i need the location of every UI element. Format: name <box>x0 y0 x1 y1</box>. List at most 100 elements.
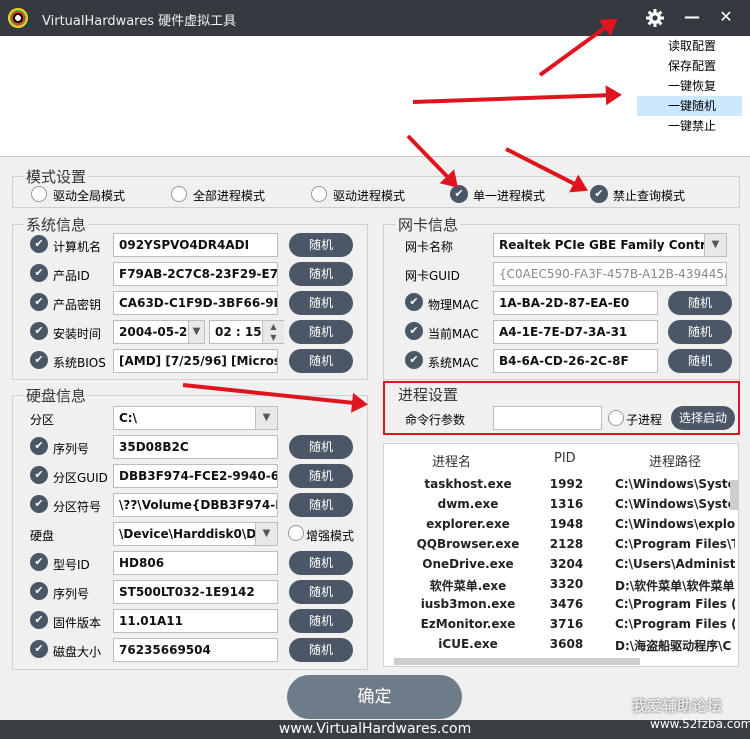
random-system-mac-button[interactable]: 随机 <box>668 349 732 373</box>
check-icon[interactable]: ✔ <box>30 235 48 253</box>
confirm-button[interactable]: 确定 <box>287 675 462 719</box>
product-key-field[interactable]: CA63D-C1F9D-3BF66-9E8E <box>113 291 278 315</box>
vertical-scrollbar-thumb[interactable] <box>730 480 738 510</box>
random-product-key-button[interactable]: 随机 <box>289 291 353 315</box>
check-icon[interactable]: ✔ <box>30 553 48 571</box>
check-icon[interactable]: ✔ <box>30 437 48 455</box>
table-row[interactable]: iCUE.exe 3608 D:\海盗船驱动程序\C <box>384 634 731 654</box>
close-button[interactable]: ✕ <box>714 6 738 30</box>
select-start-button[interactable]: 选择启动 <box>671 406 735 430</box>
check-icon[interactable]: ✔ <box>30 293 48 311</box>
date-dropdown-icon[interactable]: ▼ <box>188 321 204 343</box>
table-row[interactable]: EzMonitor.exe 3716 C:\Program Files (x <box>384 614 735 634</box>
table-row[interactable]: dwm.exe 1316 C:\Windows\System <box>384 494 735 514</box>
process-path-cell: C:\Windows\explo <box>615 517 735 531</box>
bios-field[interactable]: [AMD] [7/25/96] [Microsc <box>113 349 278 373</box>
computer-name-field[interactable]: 092YSPVO4DR4ADI <box>113 233 278 257</box>
time-up-icon[interactable]: ▲ <box>262 321 284 332</box>
random-current-mac-button[interactable]: 随机 <box>668 320 732 344</box>
physical-mac-field[interactable]: 1A-BA-2D-87-EA-E0 <box>493 291 658 315</box>
random-computer-name-button[interactable]: 随机 <box>289 233 353 257</box>
partition-symbol-field[interactable]: \??\Volume{DBB3F974-FC <box>113 493 278 517</box>
product-id-field[interactable]: F79AB-2C7C8-23F29-E7E67 <box>113 262 278 286</box>
check-icon[interactable]: ✔ <box>30 611 48 629</box>
table-row[interactable]: explorer.exe 1948 C:\Windows\explo <box>384 514 735 534</box>
process-name-cell: 软件菜单.exe <box>429 579 507 593</box>
disk-dropdown-icon[interactable]: ▼ <box>255 523 277 545</box>
check-icon[interactable]: ✔ <box>30 264 48 282</box>
menu-item-save-config[interactable]: 保存配置 <box>637 56 742 76</box>
enhanced-mode-label: 增强模式 <box>306 529 355 543</box>
check-icon[interactable]: ✔ <box>30 495 48 513</box>
horizontal-scrollbar-thumb[interactable] <box>394 658 640 665</box>
process-path-cell: C:\Program Files (x <box>615 597 735 611</box>
random-firmware-button[interactable]: 随机 <box>289 609 353 633</box>
random-physical-mac-button[interactable]: 随机 <box>668 291 732 315</box>
field-label: 分区GUID <box>53 471 108 485</box>
nic-name-select[interactable]: Realtek PCIe GBE Family Controlle <box>493 233 727 257</box>
system-mac-field[interactable]: B4-6A-CD-26-2C-8F <box>493 349 658 373</box>
enhanced-mode-radio[interactable] <box>288 525 304 541</box>
watermark-text: 我爱辅助论坛 <box>632 697 723 715</box>
random-partition-symbol-button[interactable]: 随机 <box>289 493 353 517</box>
check-icon[interactable]: ✔ <box>30 466 48 484</box>
column-header-path[interactable]: 进程路径 <box>649 451 701 470</box>
check-icon[interactable]: ✔ <box>405 351 423 369</box>
random-partition-guid-button[interactable]: 随机 <box>289 464 353 488</box>
column-header-pid[interactable]: PID <box>554 451 576 466</box>
field-label: 系统MAC <box>428 356 479 370</box>
partition-guid-field[interactable]: DBB3F974-FCE2-9940-6ED <box>113 464 278 488</box>
random-install-time-button[interactable]: 随机 <box>289 320 353 344</box>
partition-dropdown-icon[interactable]: ▼ <box>255 407 277 429</box>
current-mac-field[interactable]: A4-1E-7E-D7-3A-31 <box>493 320 658 344</box>
check-icon[interactable]: ✔ <box>30 322 48 340</box>
field-label: 物理MAC <box>428 298 479 312</box>
radio-driver-global[interactable] <box>31 186 47 202</box>
child-process-radio[interactable] <box>608 410 624 426</box>
menu-item-randomize[interactable]: 一键随机 <box>637 96 742 116</box>
column-header-name[interactable]: 进程名 <box>432 451 471 470</box>
check-icon[interactable]: ✔ <box>30 351 48 369</box>
partition-select[interactable]: C:\ <box>113 406 278 430</box>
random-disk-size-button[interactable]: 随机 <box>289 638 353 662</box>
radio-all-process[interactable] <box>171 186 187 202</box>
field-label: 固件版本 <box>53 616 102 630</box>
random-product-id-button[interactable]: 随机 <box>289 262 353 286</box>
process-name-cell: iCUE.exe <box>438 637 498 651</box>
settings-gear-icon[interactable] <box>643 6 667 30</box>
table-row[interactable]: taskhost.exe 1992 C:\Windows\System <box>384 474 735 494</box>
time-down-icon[interactable]: ▼ <box>262 332 284 343</box>
random-partition-serial-button[interactable]: 随机 <box>289 435 353 459</box>
random-bios-button[interactable]: 随机 <box>289 349 353 373</box>
disk-select[interactable]: \Device\Harddisk0\DI <box>113 522 278 546</box>
check-icon[interactable]: ✔ <box>30 640 48 658</box>
table-row[interactable]: iusb3mon.exe 3476 C:\Program Files (x <box>384 594 735 614</box>
field-label: 产品密钥 <box>53 298 102 312</box>
table-row[interactable]: QQBrowser.exe 2128 C:\Program Files\T <box>384 534 735 554</box>
table-row[interactable]: OneDrive.exe 3204 C:\Users\Administ <box>384 554 735 574</box>
check-icon[interactable]: ✔ <box>30 582 48 600</box>
cmd-args-input[interactable] <box>493 406 602 430</box>
table-row[interactable]: 软件菜单.exe 3320 D:\软件菜单\软件菜单 <box>384 574 735 594</box>
radio-label: 全部进程模式 <box>193 189 266 203</box>
nic-dropdown-icon[interactable]: ▼ <box>704 234 726 256</box>
check-icon[interactable]: ✔ <box>405 322 423 340</box>
disk-serial-field[interactable]: ST500LT032-1E9142 <box>113 580 278 604</box>
model-id-field[interactable]: HD806 <box>113 551 278 575</box>
check-icon[interactable]: ✔ <box>405 293 423 311</box>
radio-forbid-query-checked-icon[interactable]: ✔ <box>590 185 608 203</box>
menu-item-disable[interactable]: 一键禁止 <box>637 116 742 136</box>
random-disk-serial-button[interactable]: 随机 <box>289 580 353 604</box>
menu-item-restore[interactable]: 一键恢复 <box>637 76 742 96</box>
disk-size-field[interactable]: 76235669504 <box>113 638 278 662</box>
pid-cell: 3204 <box>549 557 584 571</box>
process-name-cell: EzMonitor.exe <box>420 617 516 631</box>
firmware-field[interactable]: 11.01A11 <box>113 609 278 633</box>
nic-guid-field[interactable]: {C0AEC590-FA3F-457B-A12B-439445A <box>493 262 727 286</box>
menu-item-load-config[interactable]: 读取配置 <box>637 36 742 56</box>
radio-driver-process[interactable] <box>311 186 327 202</box>
field-label: 网卡名称 <box>405 240 454 254</box>
partition-serial-field[interactable]: 35D08B2C <box>113 435 278 459</box>
minimize-button[interactable]: — <box>680 6 704 30</box>
random-model-id-button[interactable]: 随机 <box>289 551 353 575</box>
